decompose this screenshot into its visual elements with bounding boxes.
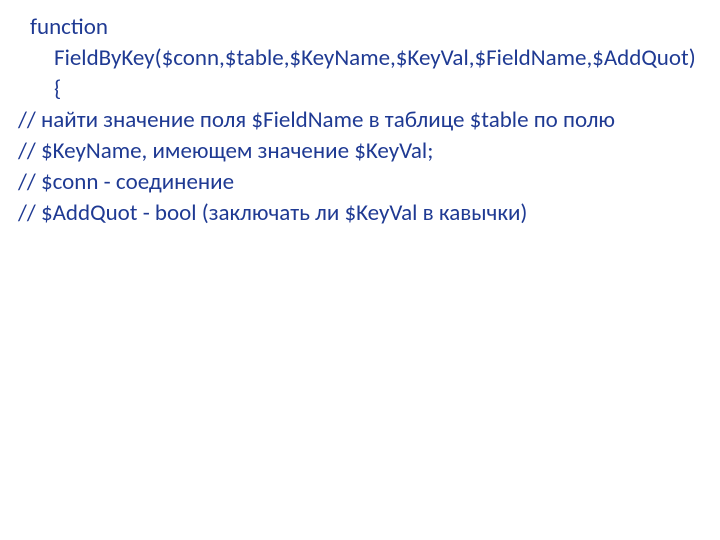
code-line-comment-3: // $conn - соединение — [18, 167, 702, 198]
code-block: function FieldByKey($conn,$table,$KeyNam… — [18, 12, 702, 229]
code-line-comment-1: // найти значение поля $FieldName в табл… — [18, 105, 702, 136]
code-line-function-decl: function FieldByKey($conn,$table,$KeyNam… — [18, 12, 702, 105]
code-line-comment-2: // $KeyName, имеющем значение $KeyVal; — [18, 136, 702, 167]
code-line-comment-4: // $AddQuot - bool (заключать ли $KeyVal… — [18, 198, 702, 229]
